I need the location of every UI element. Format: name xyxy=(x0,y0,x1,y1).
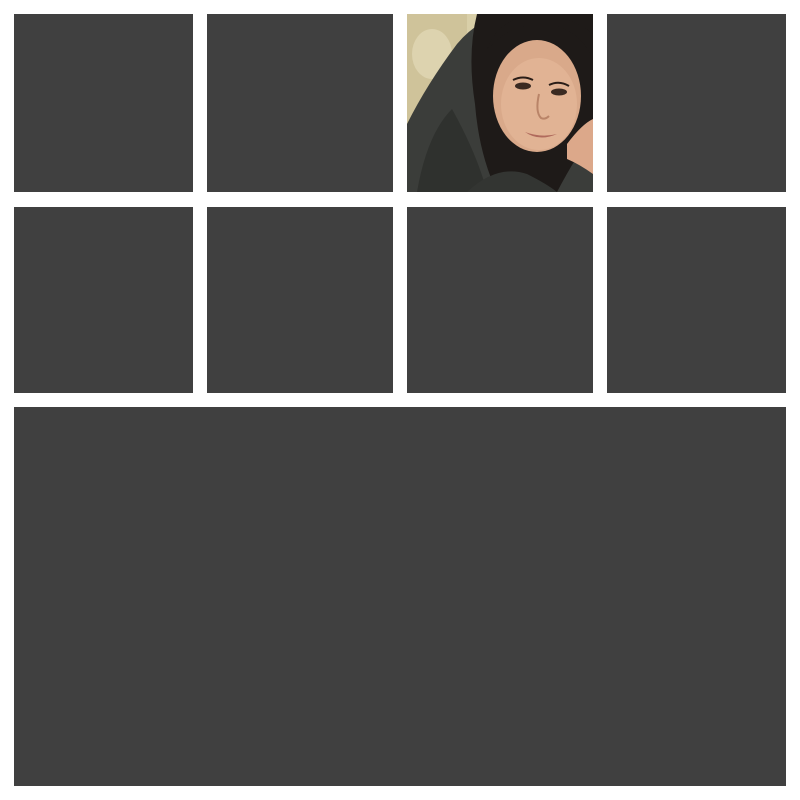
collage-slot-8[interactable] xyxy=(607,207,786,393)
collage-slot-7[interactable] xyxy=(407,207,593,393)
portrait-photo xyxy=(407,14,593,192)
photo-collage-grid xyxy=(0,0,800,800)
collage-slot-5[interactable] xyxy=(14,207,193,393)
collage-slot-2[interactable] xyxy=(207,14,393,192)
collage-slot-3-photo[interactable] xyxy=(407,14,593,192)
collage-slot-4[interactable] xyxy=(607,14,786,192)
collage-slot-9-large[interactable] xyxy=(14,407,786,786)
collage-slot-1[interactable] xyxy=(14,14,193,192)
collage-slot-6[interactable] xyxy=(207,207,393,393)
